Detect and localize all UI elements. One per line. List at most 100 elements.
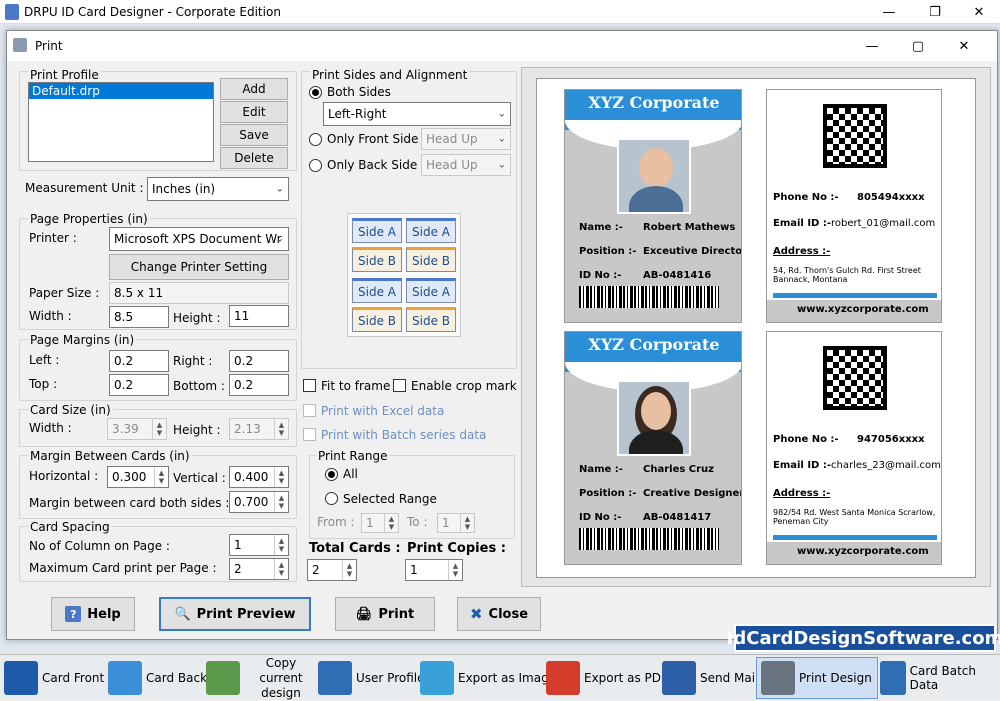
dialog-close-button[interactable]: ✕ bbox=[941, 34, 987, 58]
card-position-label: Position :- bbox=[579, 246, 637, 257]
crop-mark-checkbox[interactable] bbox=[393, 379, 406, 392]
total-cards-input[interactable]: 2 ▲ ▼ bbox=[307, 559, 357, 581]
spinner-icon[interactable]: ▲ ▼ bbox=[154, 467, 168, 487]
spinner-icon[interactable]: ▲ ▼ bbox=[342, 560, 356, 580]
card-id: AB-0481417 bbox=[643, 512, 712, 523]
close-label: Close bbox=[488, 606, 529, 622]
spinner-icon[interactable]: ▲ ▼ bbox=[274, 559, 288, 579]
margin-bottom-input[interactable]: 0.2 bbox=[229, 374, 289, 396]
profile-list-item[interactable]: Default.drp bbox=[29, 83, 213, 99]
horizontal-margin-input[interactable]: 0.300 ▲ ▼ bbox=[107, 466, 169, 488]
front-side-radio[interactable] bbox=[309, 133, 322, 146]
back-side-radio[interactable] bbox=[309, 159, 322, 172]
both-sides-align-select[interactable]: Left-Right ⌄ bbox=[323, 102, 511, 126]
dialog-maximize-button[interactable]: ▢ bbox=[895, 34, 941, 58]
change-printer-button[interactable]: Change Printer Setting bbox=[109, 254, 289, 280]
spinner-icon[interactable]: ▲ ▼ bbox=[274, 535, 288, 555]
range-all-radio[interactable] bbox=[325, 468, 338, 481]
both-sides-label: Both Sides bbox=[327, 85, 391, 99]
add-profile-button[interactable]: Add bbox=[220, 78, 288, 100]
print-preview-label: Print Preview bbox=[196, 606, 296, 622]
close-window-button[interactable]: ✕ bbox=[956, 0, 1000, 24]
help-button[interactable]: ? Help bbox=[51, 597, 135, 631]
front-align-select: Head Up ⌄ bbox=[421, 128, 511, 150]
printer-select[interactable]: Microsoft XPS Document Wr ⌄ bbox=[109, 227, 289, 251]
card-position: Exceutive Director bbox=[643, 246, 742, 257]
vertical-margin-label: Vertical : bbox=[173, 471, 226, 485]
both-sides-radio[interactable] bbox=[309, 86, 322, 99]
toolbar-copy-design[interactable]: Copy current design bbox=[206, 656, 318, 700]
toolbar-card-back[interactable]: Card Back bbox=[108, 657, 207, 699]
toolbar-label: Send Mail bbox=[700, 671, 759, 685]
dialog-minimize-button[interactable]: — bbox=[849, 34, 895, 58]
maximize-button[interactable]: ❐ bbox=[912, 0, 958, 24]
delete-profile-button[interactable]: Delete bbox=[220, 147, 288, 169]
spinner-icon[interactable]: ▲ ▼ bbox=[274, 492, 288, 512]
toolbar-send-mail[interactable]: Send Mail bbox=[662, 657, 758, 699]
max-cards-input[interactable]: 2 ▲ ▼ bbox=[229, 558, 289, 580]
page-height-input[interactable]: 11 bbox=[229, 305, 289, 327]
card-front-icon bbox=[4, 661, 38, 695]
columns-input[interactable]: 1 ▲ ▼ bbox=[229, 534, 289, 556]
margin-right-input[interactable]: 0.2 bbox=[229, 350, 289, 372]
spinner-icon: ▲ ▼ bbox=[152, 419, 166, 439]
spinner-icon[interactable]: ▲ ▼ bbox=[448, 560, 462, 580]
front-align-value: Head Up bbox=[426, 132, 478, 146]
card-id-label: ID No :- bbox=[579, 270, 622, 281]
print-label: Print bbox=[378, 606, 415, 622]
columns-label: No of Column on Page : bbox=[29, 539, 170, 553]
both-sides-margin-input[interactable]: 0.700 ▲ ▼ bbox=[229, 491, 289, 513]
card-size-legend: Card Size (in) bbox=[28, 403, 113, 417]
card-position-label: Position :- bbox=[579, 488, 637, 499]
close-button[interactable]: ✖ Close bbox=[457, 597, 541, 631]
vertical-margin-input[interactable]: 0.400 ▲ ▼ bbox=[229, 466, 289, 488]
card-footer: www.xyzcorporate.com bbox=[767, 542, 941, 564]
close-icon: ✖ bbox=[469, 605, 483, 623]
measurement-select[interactable]: Inches (in) ⌄ bbox=[147, 177, 289, 201]
card-name: Robert Mathews bbox=[643, 222, 736, 233]
measurement-value: Inches (in) bbox=[152, 182, 216, 196]
toolbar-export-image[interactable]: Export as Image bbox=[420, 657, 556, 699]
person-photo-icon bbox=[617, 380, 691, 456]
batch-data-icon bbox=[880, 661, 906, 695]
card-back: Phone No :- 947056xxxx Email ID :- charl… bbox=[766, 331, 942, 565]
range-selected-radio[interactable] bbox=[325, 492, 338, 505]
margin-left-label: Left : bbox=[29, 353, 60, 367]
fit-to-frame-checkbox[interactable] bbox=[303, 379, 316, 392]
profile-list[interactable]: Default.drp bbox=[28, 82, 214, 162]
toolbar-label: Card Batch Data bbox=[909, 664, 976, 692]
toolbar-batch-data[interactable]: Card Batch Data bbox=[880, 657, 1000, 699]
card-spacing-legend: Card Spacing bbox=[28, 520, 112, 534]
side-b-tile: Side B bbox=[406, 307, 456, 332]
page-width-input[interactable]: 8.5 bbox=[109, 306, 169, 328]
card-address-label: Address :- bbox=[773, 488, 831, 499]
excel-data-checkbox bbox=[303, 404, 316, 417]
fit-to-frame-label: Fit to frame bbox=[321, 379, 391, 393]
margin-top-input[interactable]: 0.2 bbox=[109, 374, 169, 396]
margin-left-input[interactable]: 0.2 bbox=[109, 350, 169, 372]
columns-value: 1 bbox=[234, 538, 242, 552]
edit-profile-button[interactable]: Edit bbox=[220, 101, 288, 123]
spinner-icon[interactable]: ▲ ▼ bbox=[274, 467, 288, 487]
card-id-label: ID No :- bbox=[579, 512, 622, 523]
toolbar-print-design[interactable]: Print Design bbox=[756, 657, 878, 699]
print-range-legend: Print Range bbox=[316, 449, 390, 463]
card-name-label: Name :- bbox=[579, 464, 623, 475]
print-button[interactable]: 🖨 Print bbox=[335, 597, 435, 631]
save-profile-button[interactable]: Save bbox=[220, 124, 288, 146]
toolbar-user-profile[interactable]: User Profile bbox=[318, 657, 424, 699]
print-preview-button[interactable]: 🔍 Print Preview bbox=[159, 597, 311, 631]
card-website: www.xyzcorporate.com bbox=[797, 546, 929, 557]
card-phone: 805494xxxx bbox=[857, 192, 925, 203]
minimize-button[interactable]: — bbox=[866, 0, 912, 24]
card-email: charles_23@mail.com bbox=[831, 460, 941, 471]
pdf-icon bbox=[546, 661, 580, 695]
page-width-label: Width : bbox=[29, 309, 72, 323]
horizontal-margin-value: 0.300 bbox=[112, 470, 147, 484]
app-icon bbox=[5, 4, 19, 20]
print-copies-input[interactable]: 1 ▲ ▼ bbox=[405, 559, 463, 581]
toolbar-export-pdf[interactable]: Export as PDF bbox=[546, 657, 668, 699]
qr-code-icon bbox=[823, 346, 887, 410]
help-label: Help bbox=[87, 606, 121, 622]
toolbar-card-front[interactable]: Card Front bbox=[4, 657, 104, 699]
